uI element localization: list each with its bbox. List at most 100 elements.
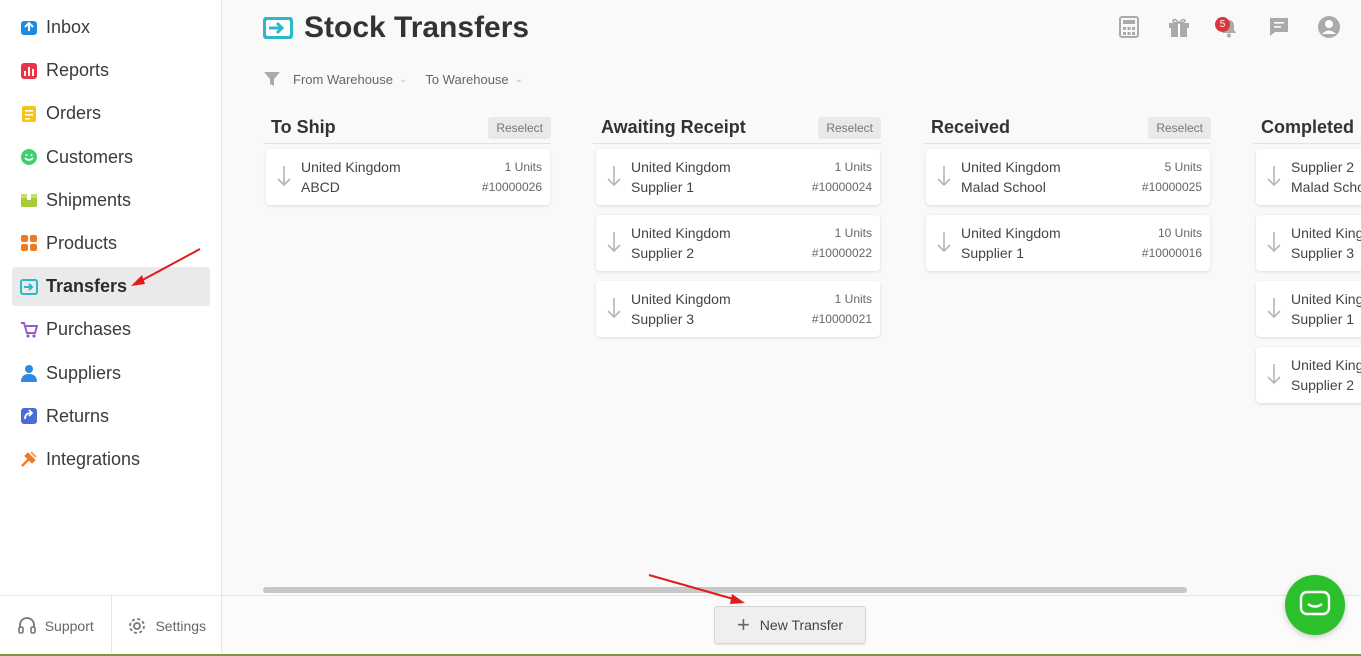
suppliers-icon: [21, 365, 37, 382]
settings-label: Settings: [155, 618, 207, 634]
gift-button[interactable]: [1167, 15, 1193, 41]
chevron-down-icon: ⌄: [514, 73, 524, 85]
card-destination: Supplier 2: [631, 245, 695, 261]
horizontal-scrollbar[interactable]: [263, 587, 1187, 593]
to-warehouse-label: To Warehouse: [425, 71, 509, 87]
reselect-button[interactable]: Reselect: [818, 116, 881, 139]
chat-launcher-button[interactable]: [1285, 575, 1345, 635]
card-origin: United Kingdom: [961, 225, 1061, 241]
card-number: #10000021: [811, 312, 872, 326]
sidebar-item-integrations[interactable]: Integrations: [12, 440, 210, 479]
sidebar-item-transfers[interactable]: Transfers: [12, 267, 210, 307]
transfer-card[interactable]: United Kingdom Malad School 5 Units #100…: [926, 149, 1210, 205]
sidebar-item-shipments[interactable]: Shipments: [12, 181, 210, 220]
support-label: Support: [44, 618, 94, 634]
card-destination: Malad School: [961, 179, 1046, 195]
column-title: Awaiting Receipt: [601, 117, 746, 137]
card-units: 1 Units: [834, 226, 872, 240]
card-units: 10 Units: [1157, 226, 1202, 240]
title-wrap: Stock Transfers: [262, 11, 529, 45]
notifications-button[interactable]: 5: [1215, 15, 1243, 41]
customers-icon: [21, 149, 37, 166]
sidebar-item-inbox[interactable]: Inbox: [12, 8, 210, 47]
column-received: Received Reselect United Kingdom Malad S…: [923, 112, 1211, 281]
card-number: #10000022: [811, 246, 872, 260]
card-destination: Supplier 1: [1291, 311, 1355, 327]
purchases-icon: [21, 321, 38, 338]
column-to-ship: To Ship Reselect United Kingdom ABCD 1 U…: [263, 112, 551, 215]
account-button[interactable]: [1317, 15, 1343, 41]
reselect-button[interactable]: Reselect: [1148, 116, 1211, 139]
sidebar-item-label: Returns: [46, 405, 110, 426]
transfer-card[interactable]: United Kingdom Supplier 1 1 Units #10000…: [596, 149, 880, 205]
sidebar-item-customers[interactable]: Customers: [12, 138, 210, 177]
column-header: Received Reselect: [923, 112, 1211, 144]
reselect-button[interactable]: Reselect: [488, 116, 551, 139]
transfer-card[interactable]: United Kingdom Supplier 1: [1256, 281, 1361, 337]
sidebar-item-products[interactable]: Products: [12, 224, 210, 263]
shipments-icon: [21, 194, 37, 208]
sidebar-item-label: Shipments: [46, 189, 132, 210]
arrow-down-icon: [607, 232, 621, 253]
card-destination: Malad School: [1291, 179, 1361, 195]
chevron-down-icon: ⌄: [398, 73, 408, 85]
card-origin: United Kingdom: [301, 159, 401, 175]
sidebar-item-reports[interactable]: Reports: [12, 51, 210, 90]
arrow-down-icon: [1267, 298, 1281, 319]
new-transfer-button[interactable]: + New Transfer: [714, 606, 866, 644]
card-origin: United Kingdom: [1291, 357, 1361, 373]
transfer-card[interactable]: United Kingdom ABCD 1 Units #10000026: [266, 149, 550, 205]
orders-icon: [22, 105, 36, 122]
arrow-down-icon: [607, 166, 621, 187]
sidebar-item-label: Inbox: [46, 17, 91, 37]
card-number: #10000026: [481, 180, 542, 194]
sidebar: Inbox Reports Orders Customers Shipments…: [0, 0, 222, 656]
from-warehouse-filter[interactable]: From Warehouse ⌄: [293, 72, 407, 87]
sidebar-item-returns[interactable]: Returns: [12, 397, 210, 436]
column-header: To Ship Reselect: [263, 112, 551, 144]
sidebar-item-suppliers[interactable]: Suppliers: [12, 354, 210, 393]
plus-icon: +: [736, 612, 750, 637]
gear-icon: [129, 618, 146, 634]
column-title: Received: [931, 117, 1011, 137]
filter-icon[interactable]: [263, 70, 281, 88]
settings-button[interactable]: Settings: [110, 596, 223, 656]
sidebar-item-purchases[interactable]: Purchases: [12, 310, 210, 349]
filters-bar: From Warehouse ⌄ To Warehouse ⌄: [263, 70, 541, 88]
kanban-board: To Ship Reselect United Kingdom ABCD 1 U…: [263, 112, 1361, 582]
card-origin: United Kingdom: [631, 291, 731, 307]
transfer-card[interactable]: Supplier 2 Malad School: [1256, 149, 1361, 205]
card-destination: ABCD: [301, 179, 340, 195]
card-destination: Supplier 2: [1291, 377, 1355, 393]
calculator-button[interactable]: [1117, 15, 1143, 41]
to-warehouse-filter[interactable]: To Warehouse ⌄: [425, 72, 523, 87]
sidebar-item-label: Customers: [46, 146, 134, 167]
card-destination: Supplier 3: [631, 311, 695, 327]
transfer-card[interactable]: United Kingdom Supplier 3: [1256, 215, 1361, 271]
chat-icon: [1299, 590, 1331, 616]
messages-button[interactable]: [1267, 15, 1293, 41]
arrow-down-icon: [607, 298, 621, 319]
column-completed: Completed Supplier 2 Malad School United…: [1253, 112, 1361, 413]
card-destination: Supplier 3: [1291, 245, 1355, 261]
transfer-card[interactable]: United Kingdom Supplier 2 1 Units #10000…: [596, 215, 880, 271]
card-origin: United Kingdom: [1291, 291, 1361, 307]
support-button[interactable]: Support: [0, 596, 111, 656]
bottom-bar: + New Transfer: [222, 595, 1361, 656]
sidebar-item-orders[interactable]: Orders: [12, 94, 210, 133]
reports-icon: [21, 62, 37, 79]
transfer-card[interactable]: United Kingdom Supplier 3 1 Units #10000…: [596, 281, 880, 337]
card-origin: United Kingdom: [1291, 225, 1361, 241]
arrow-down-icon: [937, 232, 951, 253]
card-origin: United Kingdom: [631, 225, 731, 241]
transfer-card[interactable]: United Kingdom Supplier 2: [1256, 347, 1361, 403]
arrow-down-icon: [277, 166, 291, 187]
transfers-icon: [20, 278, 38, 295]
gift-icon: [1169, 18, 1189, 37]
page-title: Stock Transfers: [304, 11, 530, 44]
transfer-card[interactable]: United Kingdom Supplier 1 10 Units #1000…: [926, 215, 1210, 271]
calculator-icon: [1119, 16, 1139, 38]
arrow-down-icon: [1267, 364, 1281, 385]
sidebar-item-label: Orders: [46, 103, 102, 124]
transfers-icon: [263, 17, 293, 39]
